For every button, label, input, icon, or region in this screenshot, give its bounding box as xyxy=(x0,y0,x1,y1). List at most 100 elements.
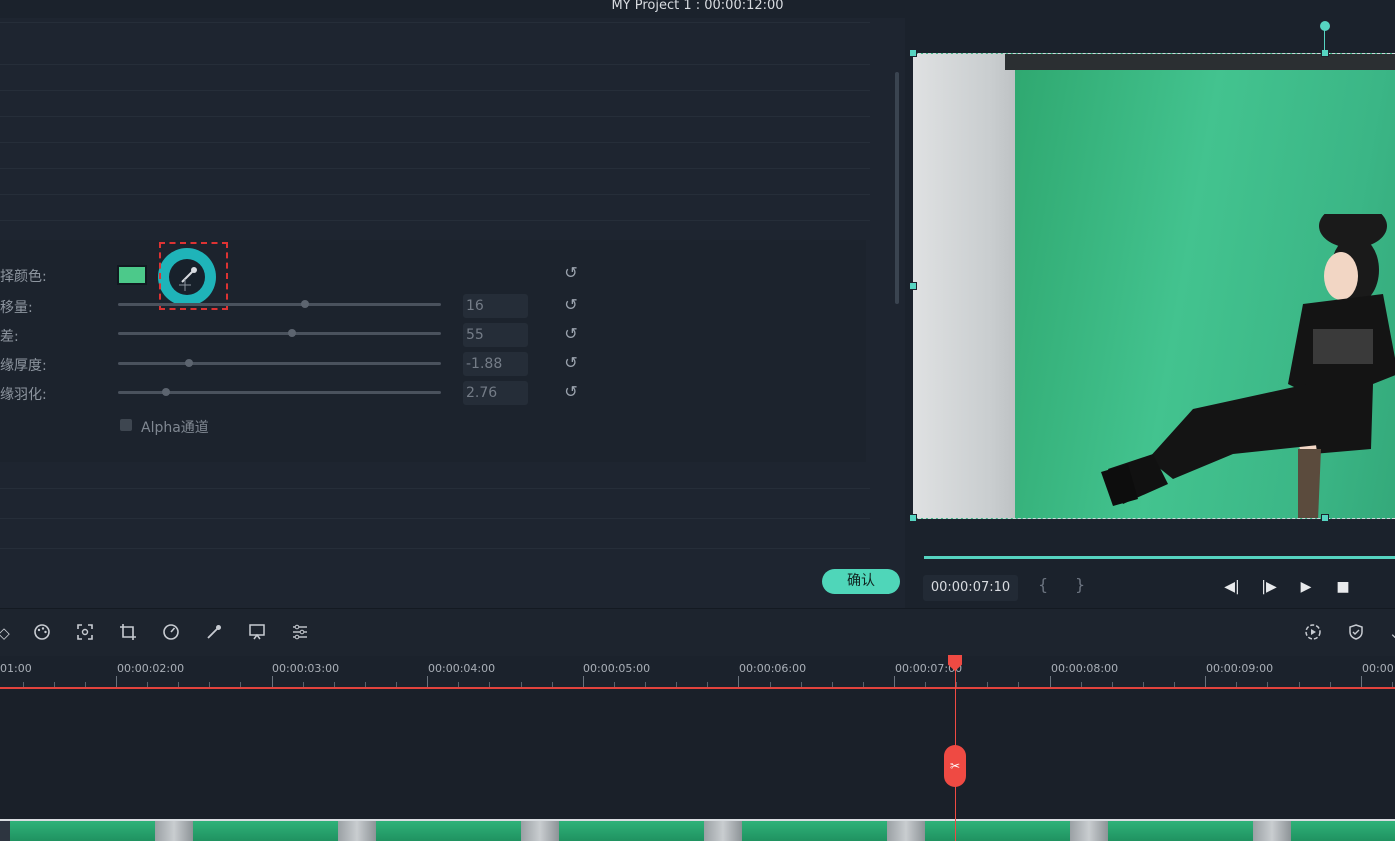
timeline-tracks[interactable] xyxy=(0,689,1395,819)
video-clip[interactable] xyxy=(0,819,1395,841)
stop-icon[interactable]: ■ xyxy=(1334,578,1352,596)
clip-thumbnail xyxy=(1253,821,1291,841)
screen-icon[interactable] xyxy=(247,623,267,643)
panel-divider xyxy=(0,22,870,23)
panel-divider xyxy=(0,116,870,117)
clip-thumbnail xyxy=(10,821,155,841)
render-icon[interactable] xyxy=(1303,623,1323,643)
ruler-tick xyxy=(116,676,117,687)
crop-icon[interactable] xyxy=(118,623,138,643)
ruler-label: 00:00:06:00 xyxy=(739,662,807,675)
clip-thumbnail xyxy=(559,821,704,841)
reset-icon[interactable]: ↺ xyxy=(562,296,580,314)
project-title: MY Project 1 : 00:00:12:00 xyxy=(611,0,784,13)
reset-icon[interactable]: ↺ xyxy=(562,354,580,372)
edge-thickness-slider[interactable] xyxy=(118,359,441,367)
panel-divider xyxy=(0,142,870,143)
ruler-label: 00:00:04:00 xyxy=(428,662,496,675)
tolerance-value[interactable]: 55 xyxy=(463,323,528,347)
reset-icon[interactable]: ↺ xyxy=(562,383,580,401)
clip-thumbnail xyxy=(376,821,521,841)
clip-thumbnail xyxy=(193,821,338,841)
speed-icon[interactable] xyxy=(161,623,181,643)
panel-divider xyxy=(0,64,870,65)
confirm-button[interactable]: 确认 xyxy=(822,569,900,594)
ruler-label: 01:00 xyxy=(0,662,32,675)
mark-out-button[interactable]: } xyxy=(1075,575,1085,594)
ruler-label: 00:00:05:00 xyxy=(583,662,651,675)
clip-thumbnail xyxy=(925,821,1070,841)
ruler-tick xyxy=(1049,676,1051,687)
ruler-tick xyxy=(1360,676,1362,687)
clip-thumbnail xyxy=(887,821,925,841)
dropdown-icon[interactable]: ⌄ xyxy=(1385,623,1395,643)
ruler-tick xyxy=(427,676,429,687)
tolerance-slider[interactable] xyxy=(118,329,441,337)
panel-divider xyxy=(0,220,870,221)
timeline-ruler[interactable]: 01:00 00:00:02:00 00:00:03:00 00:00:04:0… xyxy=(0,656,1395,688)
panel-divider xyxy=(0,548,870,549)
studio-wall xyxy=(913,54,1025,518)
clip-thumbnail xyxy=(1291,821,1395,841)
transform-handle[interactable] xyxy=(909,282,917,290)
offset-value[interactable]: 16 xyxy=(463,294,528,318)
selection-highlight xyxy=(159,242,228,310)
eyedropper-icon[interactable] xyxy=(204,623,224,643)
panel-divider xyxy=(0,90,870,91)
panel-divider xyxy=(0,168,870,169)
video-preview[interactable] xyxy=(913,53,1395,519)
ruler-label: 00:00:03:00 xyxy=(272,662,340,675)
clip-thumbnail xyxy=(1108,821,1253,841)
mark-in-button[interactable]: { xyxy=(1038,575,1048,594)
panel-scrollbar[interactable] xyxy=(895,72,899,304)
edge-thickness-slider-knob[interactable] xyxy=(185,359,194,367)
shield-icon[interactable] xyxy=(1346,623,1366,643)
reset-icon[interactable]: ↺ xyxy=(562,264,580,282)
offset-label: 移量: xyxy=(0,300,33,316)
panel-divider xyxy=(0,518,870,519)
edge-thickness-label: 缘厚度: xyxy=(0,358,47,374)
ruler-tick xyxy=(738,676,740,687)
ruler-tick xyxy=(1205,676,1207,687)
transform-handle[interactable] xyxy=(909,49,917,57)
rotation-handle[interactable] xyxy=(1320,21,1330,31)
select-color-label: 择颜色: xyxy=(0,269,47,285)
diamond-icon[interactable]: ◇ xyxy=(0,623,14,643)
edge-thickness-value[interactable]: -1.88 xyxy=(463,352,528,376)
adjust-icon[interactable] xyxy=(290,623,310,643)
ruler-label: 00:00:08:00 xyxy=(1051,662,1119,675)
panel-divider xyxy=(0,194,870,195)
edge-feather-value[interactable]: 2.76 xyxy=(463,381,528,405)
ruler-tick xyxy=(894,676,895,687)
title-bar: MY Project 1 : 00:00:12:00 xyxy=(0,0,1395,18)
reset-icon[interactable]: ↺ xyxy=(562,325,580,343)
palette-icon[interactable] xyxy=(32,623,52,643)
current-timecode: 00:00:07:10 xyxy=(923,575,1018,601)
timeline-toolbar: ◇ ⌄ xyxy=(0,608,1395,656)
ruler-label: 00:00: xyxy=(1362,662,1395,675)
key-color-swatch[interactable] xyxy=(117,265,147,285)
ruler-tick xyxy=(271,676,273,687)
split-clip-button[interactable]: ✂ xyxy=(944,745,966,787)
focus-icon[interactable] xyxy=(75,623,95,643)
previous-frame-icon[interactable]: ◀| xyxy=(1223,578,1241,596)
clip-thumbnail xyxy=(742,821,887,841)
ruler-label: 00:00:02:00 xyxy=(117,662,185,675)
lighting-rig xyxy=(1005,54,1395,70)
clip-thumbnail xyxy=(1070,821,1108,841)
offset-slider[interactable] xyxy=(118,300,441,308)
transform-handle[interactable] xyxy=(1321,49,1329,57)
next-frame-icon[interactable]: |▶ xyxy=(1260,578,1278,596)
tolerance-label: 差: xyxy=(0,329,19,345)
clip-thumbnail xyxy=(338,821,376,841)
edge-feather-label: 缘羽化: xyxy=(0,387,47,403)
edge-feather-slider[interactable] xyxy=(118,388,441,396)
dancer-figure xyxy=(1101,214,1395,518)
alpha-channel-label: Alpha通道 xyxy=(141,420,209,436)
alpha-channel-checkbox[interactable] xyxy=(120,419,132,431)
play-icon[interactable]: ▶ xyxy=(1297,578,1315,596)
transform-handle[interactable] xyxy=(1321,514,1329,522)
transform-handle[interactable] xyxy=(909,514,917,522)
playback-progress[interactable] xyxy=(924,556,1395,559)
ruler-tick xyxy=(582,676,584,687)
